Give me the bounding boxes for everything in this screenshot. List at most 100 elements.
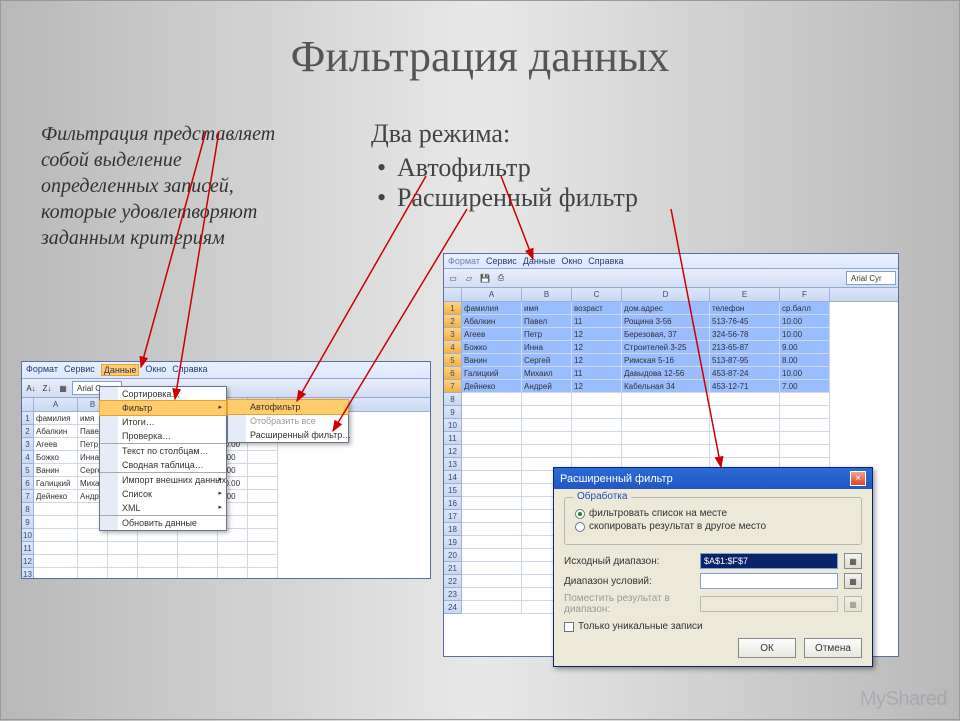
mi-totals[interactable]: Итоги…: [100, 415, 226, 429]
menu-help[interactable]: Справка: [172, 364, 207, 376]
radio-inplace[interactable]: [575, 509, 585, 519]
table-cell[interactable]: Дейнеко: [34, 490, 78, 503]
table-cell[interactable]: 11: [572, 315, 622, 328]
table-cell[interactable]: Галицкий: [34, 477, 78, 490]
chevron-right-icon: ▸: [218, 489, 222, 497]
table-cell[interactable]: 12: [572, 341, 622, 354]
table-cell[interactable]: 453-12-71: [710, 380, 780, 393]
table-cell[interactable]: Давыдова 12-56: [622, 367, 710, 380]
table-header: имя: [522, 302, 572, 315]
table-cell[interactable]: Березовая, 37: [622, 328, 710, 341]
table-cell[interactable]: 10.00: [780, 315, 830, 328]
menu-format[interactable]: Формат: [26, 364, 58, 376]
unique-label: Только уникальные записи: [578, 621, 703, 632]
mi-import[interactable]: Импорт внешних данных▸: [100, 473, 226, 487]
mi-text-to-cols[interactable]: Текст по столбцам…: [100, 444, 226, 458]
table-cell[interactable]: 10.00: [780, 367, 830, 380]
table-header: фамилия: [34, 412, 78, 425]
menubar-right: Формат Сервис Данные Окно Справка: [444, 254, 898, 269]
menu-data-r[interactable]: Данные: [523, 256, 556, 266]
table-cell[interactable]: 453-87-24: [710, 367, 780, 380]
new-icon[interactable]: ▭: [446, 271, 460, 285]
radio-inplace-label: фильтровать список на месте: [589, 508, 727, 519]
table-cell[interactable]: 12: [572, 354, 622, 367]
menu-window-r[interactable]: Окно: [561, 256, 582, 266]
table-cell[interactable]: Ванин: [34, 464, 78, 477]
table-cell[interactable]: Божко: [34, 451, 78, 464]
table-cell[interactable]: Агеев: [462, 328, 522, 341]
crit-range-input[interactable]: [700, 573, 838, 589]
chevron-right-icon: ▸: [218, 503, 222, 511]
unique-checkbox[interactable]: [564, 622, 574, 632]
table-cell[interactable]: 11: [572, 367, 622, 380]
table-cell[interactable]: Агеев: [34, 438, 78, 451]
mi-filter[interactable]: Фильтр▸: [99, 400, 227, 416]
mi-sort[interactable]: Сортировка…: [100, 387, 226, 401]
copy-to-label: Поместить результат в диапазон:: [564, 593, 694, 615]
table-cell[interactable]: Инна: [522, 341, 572, 354]
table-cell[interactable]: Дейнеко: [462, 380, 522, 393]
table-cell[interactable]: 7.00: [780, 380, 830, 393]
table-cell[interactable]: Божко: [462, 341, 522, 354]
table-cell[interactable]: Андрей: [522, 380, 572, 393]
table-header: дом.адрес: [622, 302, 710, 315]
mi-show-all[interactable]: Отобразить все: [228, 414, 348, 428]
radio-copy-label: скопировать результат в другое место: [589, 521, 766, 532]
mi-pivot[interactable]: Сводная таблица…: [100, 458, 226, 473]
table-cell[interactable]: Ванин: [462, 354, 522, 367]
table-cell[interactable]: Строителей 3-25: [622, 341, 710, 354]
table-cell[interactable]: Михаил: [522, 367, 572, 380]
ok-button[interactable]: ОК: [738, 638, 796, 658]
radio-copy[interactable]: [575, 522, 585, 532]
table-cell[interactable]: Кабельная 34: [622, 380, 710, 393]
range-picker-icon[interactable]: ▦: [844, 573, 862, 589]
print-icon[interactable]: ⎙: [494, 271, 508, 285]
table-cell[interactable]: 513-87-95: [710, 354, 780, 367]
mi-advanced-filter[interactable]: Расширенный фильтр…: [228, 428, 348, 442]
table-cell[interactable]: Рощина 3-56: [622, 315, 710, 328]
sort-desc-icon[interactable]: Z↓: [40, 381, 54, 395]
font-name-box-right[interactable]: Arial Cyr: [846, 271, 896, 285]
table-cell[interactable]: 324-56-78: [710, 328, 780, 341]
table-cell[interactable]: Абалкин: [462, 315, 522, 328]
sort-asc-icon[interactable]: A↓: [24, 381, 38, 395]
table-cell[interactable]: 10.00: [780, 328, 830, 341]
src-range-input[interactable]: $A$1:$F$7: [700, 553, 838, 569]
table-cell[interactable]: 8.00: [780, 354, 830, 367]
mi-validate[interactable]: Проверка…: [100, 429, 226, 444]
close-icon[interactable]: ×: [850, 471, 866, 486]
crit-range-label: Диапазон условий:: [564, 576, 694, 587]
table-cell[interactable]: 213-65-87: [710, 341, 780, 354]
menu-service[interactable]: Сервис: [64, 364, 95, 376]
table-cell[interactable]: 9.00: [780, 341, 830, 354]
menu-window[interactable]: Окно: [145, 364, 166, 376]
table-cell[interactable]: 12: [572, 380, 622, 393]
table-cell[interactable]: 12: [572, 328, 622, 341]
table-cell[interactable]: Римская 5-16: [622, 354, 710, 367]
table-header: фамилия: [462, 302, 522, 315]
table-header: ср.балл: [780, 302, 830, 315]
table-cell[interactable]: Сергей: [522, 354, 572, 367]
table-cell[interactable]: 513-76-45: [710, 315, 780, 328]
open-icon[interactable]: ▱: [462, 271, 476, 285]
mi-list[interactable]: Список▸: [100, 487, 226, 501]
save-icon[interactable]: 💾: [478, 271, 492, 285]
range-picker-icon[interactable]: ▦: [844, 553, 862, 569]
chart-icon[interactable]: ▦: [56, 381, 70, 395]
table-cell[interactable]: Петр: [522, 328, 572, 341]
table-cell[interactable]: Павел: [522, 315, 572, 328]
table-cell[interactable]: Абалкин: [34, 425, 78, 438]
mi-xml[interactable]: XML▸: [100, 501, 226, 516]
mode-autofilter: Автофильтр: [371, 153, 638, 183]
menu-service-r[interactable]: Сервис: [486, 256, 517, 266]
range-picker-icon: ▦: [844, 596, 862, 612]
group-label: Обработка: [573, 491, 631, 502]
table-header: возраст: [572, 302, 622, 315]
menu-data[interactable]: Данные: [101, 364, 140, 376]
menu-help-r[interactable]: Справка: [588, 256, 623, 266]
mi-autofilter[interactable]: Автофильтр: [227, 399, 349, 415]
table-cell[interactable]: Галицкий: [462, 367, 522, 380]
mi-refresh[interactable]: Обновить данные: [100, 516, 226, 530]
cancel-button[interactable]: Отмена: [804, 638, 862, 658]
menu-format-r[interactable]: Формат: [448, 256, 480, 266]
